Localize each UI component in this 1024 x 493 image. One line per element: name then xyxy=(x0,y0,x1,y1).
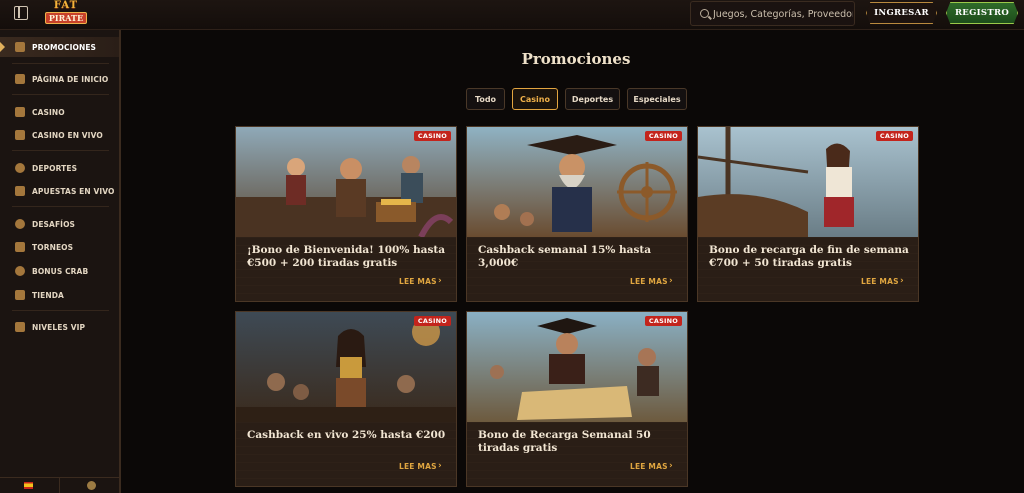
shop-icon xyxy=(15,290,25,300)
category-badge: CASINO xyxy=(875,131,913,141)
search-icon xyxy=(700,9,709,18)
read-more-link[interactable]: LEE MAS xyxy=(861,277,899,286)
sidebar-item-label: NIVELES VIP xyxy=(32,322,86,332)
login-button[interactable]: INGRESAR xyxy=(866,2,937,24)
sidebar-item-promociones[interactable]: PROMOCIONES xyxy=(0,37,119,57)
filter-tab-todo[interactable]: Todo xyxy=(466,88,505,110)
medal-icon xyxy=(15,219,25,229)
support-icon[interactable] xyxy=(87,481,96,490)
category-badge: CASINO xyxy=(644,131,682,141)
sidebar-item-tienda[interactable]: TIENDA xyxy=(0,285,119,305)
promo-title: Bono de recarga de fin de semana €700 + … xyxy=(709,244,909,269)
sidebar-item-casino[interactable]: CASINO xyxy=(0,102,119,122)
slot-machine-icon xyxy=(15,107,25,117)
read-more-link[interactable]: LEE MAS xyxy=(630,277,668,286)
sidebar-divider xyxy=(12,206,109,207)
chevron-right-icon[interactable]: › xyxy=(669,462,673,471)
sidebar-item-deportes[interactable]: DEPORTES xyxy=(0,158,119,178)
diamond-icon xyxy=(15,322,25,332)
promo-image-treasure-map[interactable] xyxy=(467,312,687,422)
filter-tab-especiales[interactable]: Especiales xyxy=(627,88,687,110)
trophy-icon xyxy=(15,242,25,252)
promo-image-tavern-dancer[interactable] xyxy=(236,312,456,422)
sidebar-divider xyxy=(12,310,109,311)
home-icon xyxy=(15,74,25,84)
sidebar-item-label: PÁGINA DE INICIO xyxy=(32,74,109,84)
promo-image-pirate-crew[interactable] xyxy=(236,127,456,237)
sidebar-divider xyxy=(12,63,109,64)
filter-tab-casino[interactable]: Casino xyxy=(512,88,558,110)
promo-image-pirate-captain[interactable] xyxy=(467,127,687,237)
sidebar-item-apuestas-en-vivo[interactable]: APUESTAS EN VIVO xyxy=(0,181,119,201)
sidebar-item-torneos[interactable]: TORNEOS xyxy=(0,237,119,257)
sidebar-item-label: BONUS CRAB xyxy=(32,266,89,276)
sidebar-item-pagina-de-inicio[interactable]: PÁGINA DE INICIO xyxy=(0,69,119,89)
sidebar-item-bonus-crab[interactable]: BONUS CRAB xyxy=(0,261,119,281)
sidebar-divider xyxy=(12,150,109,151)
sidebar-item-niveles-vip[interactable]: NIVELES VIP xyxy=(0,317,119,337)
register-button[interactable]: REGISTRO xyxy=(946,2,1018,24)
chevron-right-icon[interactable]: › xyxy=(900,277,904,286)
promo-title: Cashback en vivo 25% hasta €200 xyxy=(247,429,446,441)
live-bets-icon xyxy=(15,186,25,196)
category-badge: CASINO xyxy=(413,316,451,326)
sidebar-item-label: TORNEOS xyxy=(32,242,74,252)
sidebar-item-label: DESAFÍOS xyxy=(32,219,76,229)
chevron-right-icon[interactable]: › xyxy=(438,462,442,471)
sidebar-divider xyxy=(12,94,109,95)
sidebar-item-label: CASINO xyxy=(32,107,65,117)
search-box[interactable] xyxy=(690,1,855,26)
category-badge: CASINO xyxy=(413,131,451,141)
sidebar: PROMOCIONES PÁGINA DE INICIO CASINO CASI… xyxy=(0,30,121,493)
promo-image-pirate-woman-ship[interactable] xyxy=(698,127,918,237)
sidebar-item-label: CASINO EN VIVO xyxy=(32,130,103,140)
sidebar-footer xyxy=(0,477,119,493)
promo-title: Cashback semanal 15% hasta 3,000€ xyxy=(478,244,652,269)
sidebar-toggle-icon[interactable] xyxy=(14,6,28,20)
promo-card[interactable]: CASINO Cashback semanal 15% hasta 3,000€… xyxy=(466,126,688,302)
sidebar-item-label: PROMOCIONES xyxy=(32,42,97,52)
promo-card[interactable]: CASINO ¡Bono de Bienvenida! 100% hasta €… xyxy=(235,126,457,302)
sidebar-item-label: DEPORTES xyxy=(32,163,78,173)
search-input[interactable] xyxy=(713,5,853,23)
sidebar-item-label: TIENDA xyxy=(32,290,64,300)
read-more-link[interactable]: LEE MAS xyxy=(399,277,437,286)
promo-title: Bono de Recarga Semanal 50 tiradas grati… xyxy=(478,429,651,454)
top-bar: FAT PIRATE INGRESAR REGISTRO xyxy=(0,0,1024,30)
page-title: Promociones xyxy=(521,50,631,68)
chevron-right-icon[interactable]: › xyxy=(438,277,442,286)
category-badge: CASINO xyxy=(644,316,682,326)
sidebar-item-casino-en-vivo[interactable]: CASINO EN VIVO xyxy=(0,125,119,145)
chevron-right-icon[interactable]: › xyxy=(669,277,673,286)
read-more-link[interactable]: LEE MAS xyxy=(630,462,668,471)
promo-card[interactable]: CASINO Cashback en vivo 25% hasta €200 L… xyxy=(235,311,457,487)
spain-flag-icon[interactable] xyxy=(24,482,33,489)
fat-pirate-logo[interactable]: FAT PIRATE xyxy=(44,1,88,25)
footer-divider xyxy=(59,478,60,493)
soccer-ball-icon xyxy=(15,163,25,173)
promo-card[interactable]: CASINO Bono de recarga de fin de semana … xyxy=(697,126,919,302)
filter-tab-deportes[interactable]: Deportes xyxy=(565,88,620,110)
logo-line-1: FAT xyxy=(53,0,79,11)
promo-card[interactable]: CASINO Bono de Recarga Semanal 50 tirada… xyxy=(466,311,688,487)
live-casino-icon xyxy=(15,130,25,140)
logo-line-2: PIRATE xyxy=(45,12,87,24)
gift-icon xyxy=(15,42,25,52)
promo-title: ¡Bono de Bienvenida! 100% hasta €500 + 2… xyxy=(247,244,446,269)
sidebar-item-desafios[interactable]: DESAFÍOS xyxy=(0,214,119,234)
read-more-link[interactable]: LEE MAS xyxy=(399,462,437,471)
crab-icon xyxy=(15,266,25,276)
sidebar-item-label: APUESTAS EN VIVO xyxy=(32,186,115,196)
